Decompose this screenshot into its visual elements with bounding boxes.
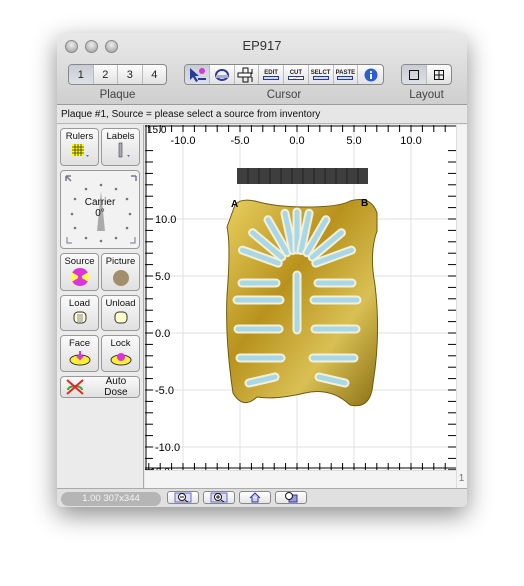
x-tick-label: 10.0 [400,135,421,147]
y-tick-label: 5.0 [155,271,170,283]
fit-icon [285,492,298,503]
layout-selector [401,64,452,85]
single-view-icon [408,69,419,80]
horizontal-scrollbar[interactable] [145,470,456,488]
marker-b: B [361,198,368,209]
zoom-out-button[interactable] [167,491,199,504]
app-window: EP917 1 2 3 4 Plaque EDIT CUT SELCT PAST… [57,33,467,507]
plaque-selector: 1 2 3 4 [68,64,167,85]
zoom-info: 1.00 307x344 [61,492,161,506]
auto-dose-button[interactable]: Auto Dose [60,376,140,398]
paste-button[interactable]: PASTE [334,65,359,84]
lock-icon [110,353,131,366]
labels-button[interactable]: Labels [101,128,140,166]
plaque-2-button[interactable]: 2 [94,65,118,84]
y-tick-label: -5.0 [155,385,174,397]
picture-icon [112,270,129,286]
plaque-canvas[interactable]: A B -10.0 -5.0 0.0 5.0 10.0 10.0 5.0 0.0 -5.0 -10… [145,125,456,470]
carrier-dial[interactable]: Carrier 0° [60,170,140,249]
x-tick-label: 5.0 [346,135,361,147]
plaque-3-button[interactable]: 3 [118,65,143,84]
select-cursor-button[interactable] [185,65,210,84]
y-tick-label: 0.0 [155,328,170,340]
zoom-in-button[interactable] [203,491,235,504]
face-button[interactable]: Face [60,335,99,372]
unload-button[interactable]: Unload [101,295,140,331]
load-icon [73,311,86,324]
info-icon [364,68,378,81]
window-title: EP917 [242,38,282,53]
info-button[interactable] [358,65,383,84]
status-bar: Plaque #1, Source = please select a sour… [57,106,467,124]
carrier-angle: 0° [95,208,105,219]
y-top-label: 15.0 [147,125,167,136]
title-bar: EP917 1 2 3 4 Plaque EDIT CUT SELCT PAST… [57,33,467,105]
rotate-button[interactable] [210,65,235,84]
sidebar: Rulers Labels Carrier 0° Source Picture … [57,125,144,488]
home-icon [249,492,261,503]
cursor-label: Cursor [266,89,302,101]
fit-button[interactable] [275,491,307,504]
select-cursor-icon [189,67,206,82]
source-button[interactable]: Source [60,253,99,291]
page-number: 1 [458,473,465,484]
zoom-in-icon [210,492,228,503]
edit-button[interactable]: EDIT [259,65,284,84]
x-tick-label: -5.0 [231,135,250,147]
cursor-toolbar: EDIT CUT SELCT PASTE [184,64,384,85]
grid-icon [71,144,89,157]
rotate-icon [214,68,229,81]
carrier-label: Carrier [84,197,116,208]
cut-button[interactable]: CUT [284,65,309,84]
rulers-button[interactable]: Rulers [60,128,99,166]
marker-a: A [231,199,238,210]
bottom-bar: 1.00 307x344 [57,488,467,507]
picture-button[interactable]: Picture [101,253,140,291]
unload-icon [114,311,127,324]
move-button[interactable] [235,65,260,84]
plaque-1-button[interactable]: 1 [69,65,94,84]
zoom-out-icon [174,492,192,503]
plaque-4-button[interactable]: 4 [143,65,167,84]
y-tick-label: -10.0 [155,442,180,454]
plot-svg: A B -10.0 -5.0 0.0 5.0 10.0 10.0 5.0 0.0 -5.0 -10… [145,125,456,470]
plaque-label: Plaque [99,89,136,101]
select-button[interactable]: SELCT [309,65,334,84]
layout-label: Layout [409,89,444,101]
auto-dose-icon [66,379,84,395]
label-icon [118,142,130,158]
single-view-button[interactable] [402,65,427,84]
home-button[interactable] [239,491,271,504]
load-button[interactable]: Load [60,295,99,331]
quad-view-button[interactable] [427,65,451,84]
x-tick-label: -10.0 [170,135,195,147]
y-tick-label: 10.0 [155,214,176,226]
lock-button[interactable]: Lock [101,335,140,372]
move-icon [237,67,253,82]
radiation-icon [70,268,89,287]
face-icon [69,351,90,366]
quad-view-icon [433,69,444,80]
vertical-scrollbar[interactable] [456,125,467,488]
x-tick-label: 0.0 [289,135,304,147]
